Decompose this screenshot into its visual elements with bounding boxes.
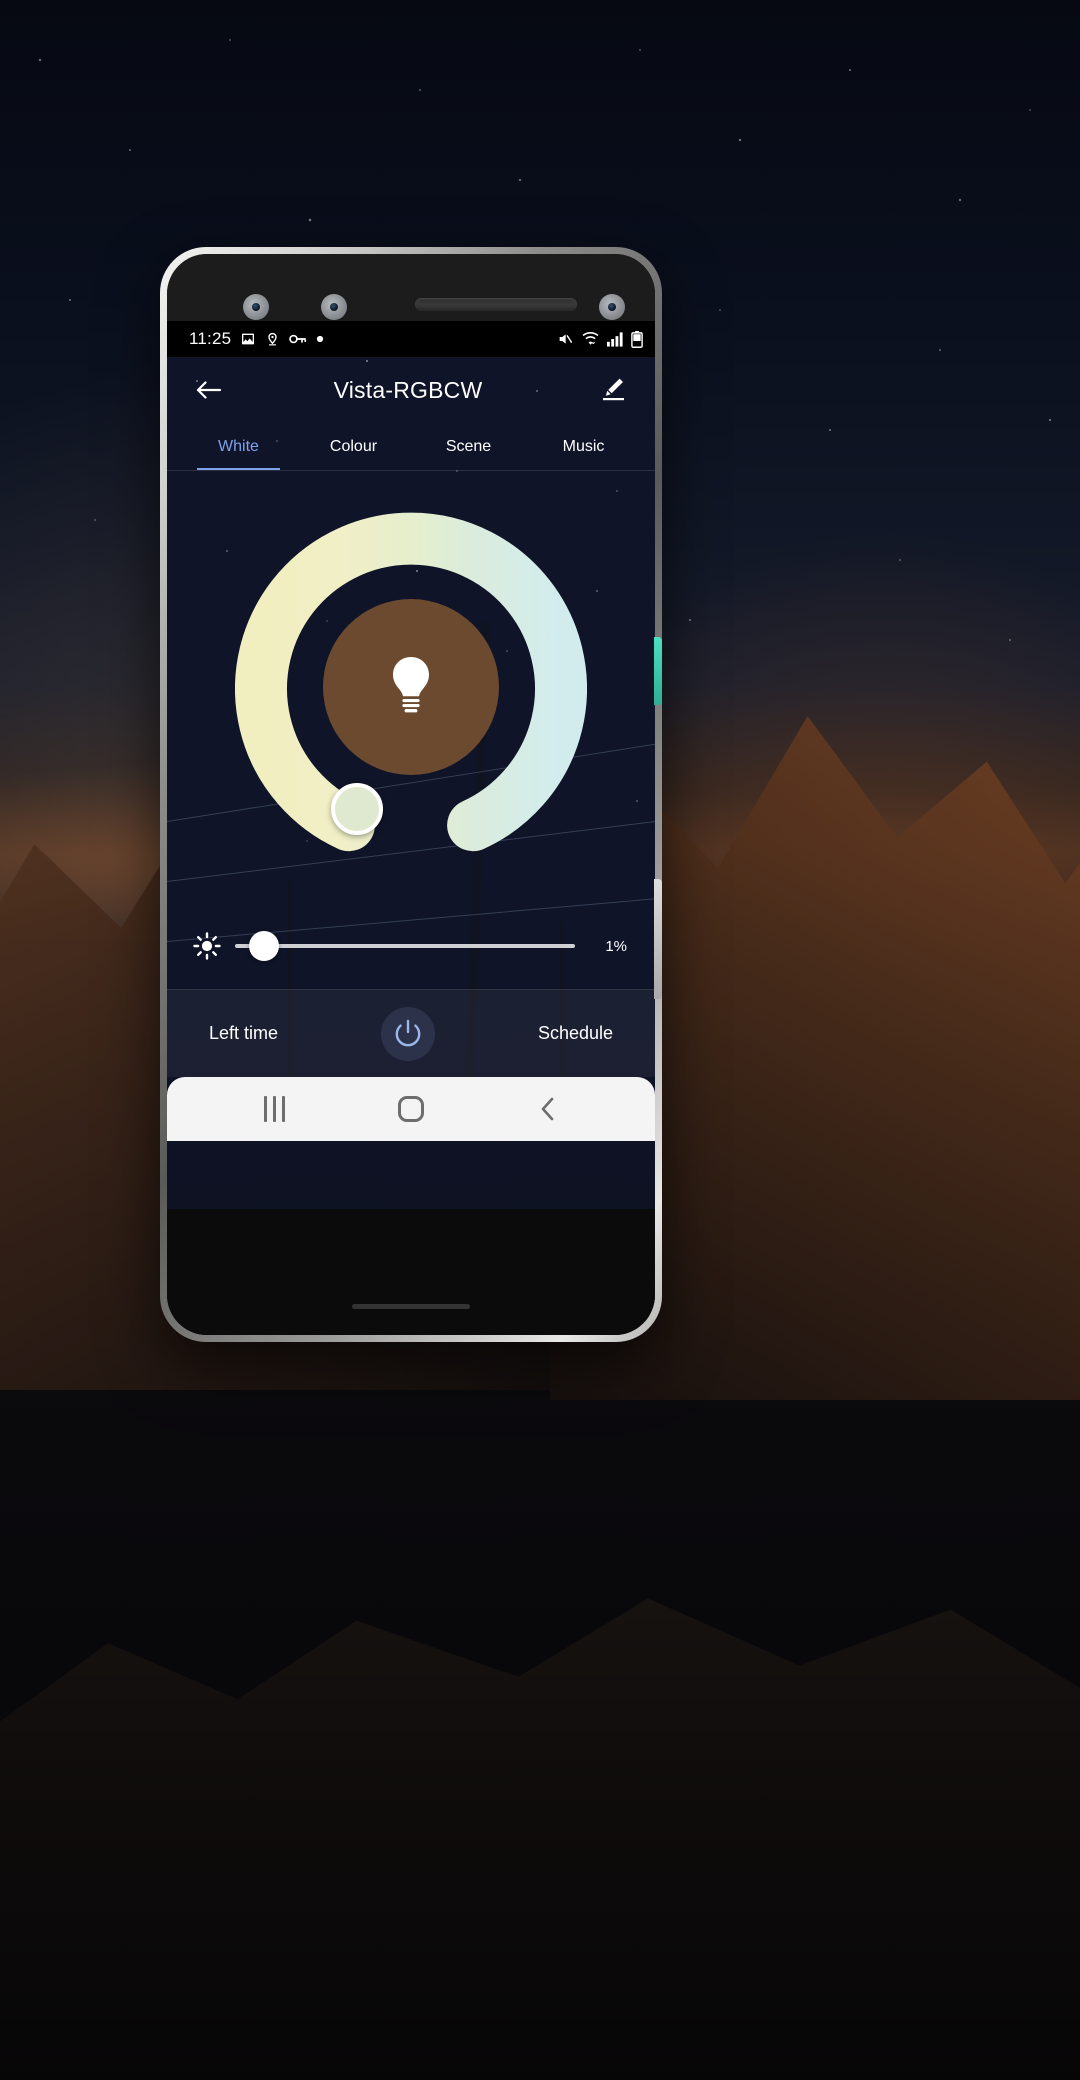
power-button-icon: [395, 1019, 421, 1046]
light-bulb-icon: [393, 657, 429, 713]
tab-colour-label: Colour: [329, 437, 378, 455]
mute-icon: [559, 334, 573, 344]
home-icon[interactable]: [397, 1096, 424, 1122]
dot-icon: [317, 335, 324, 343]
device-bottom-bezel: [167, 1209, 655, 1335]
device-chin-marker: [352, 1304, 470, 1309]
wifi-icon: [582, 331, 599, 345]
key-icon: [289, 334, 307, 344]
back-arrow-icon: [196, 381, 222, 399]
location-pin-icon: [268, 332, 277, 346]
tab-scene-label: Scene: [445, 437, 492, 455]
device-top-bezel: [167, 254, 655, 321]
recents-icon[interactable]: [263, 1096, 285, 1122]
brightness-sun-icon: [193, 932, 221, 960]
status-bar-clock: 11:25: [189, 329, 232, 348]
brightness-value-label: 1%: [605, 937, 627, 955]
tab-music-label: Music: [562, 437, 605, 455]
page-title: Vista-RGBCW: [333, 376, 483, 403]
tab-music[interactable]: Music: [526, 423, 641, 470]
brightness-slider-thumb[interactable]: [249, 931, 279, 961]
device-power-button[interactable]: [654, 637, 662, 705]
brightness-row: 1%: [167, 903, 655, 989]
schedule-button[interactable]: Schedule: [538, 1023, 613, 1044]
tab-scene[interactable]: Scene: [411, 423, 526, 470]
earpiece-speaker: [415, 298, 577, 311]
edit-button[interactable]: [593, 370, 633, 410]
phone-device-frame: 11:25 Vista-RGBCW White Colour Scene Mus…: [160, 247, 662, 1342]
wallpaper-foreground-rock: [0, 1598, 1080, 2080]
phone-screen: 11:25 Vista-RGBCW White Colour Scene Mus…: [167, 321, 655, 1209]
android-navigation-bar: [167, 1077, 655, 1141]
front-camera-secondary-icon: [321, 294, 347, 320]
colour-temperature-wheel[interactable]: [235, 511, 587, 863]
tab-white[interactable]: White: [181, 423, 296, 470]
app-bar: Vista-RGBCW: [167, 357, 655, 423]
bulb-center-disc[interactable]: [323, 599, 499, 775]
status-bar: 11:25: [167, 321, 655, 357]
tab-colour[interactable]: Colour: [296, 423, 411, 470]
bottom-action-bar: Left time Schedule: [167, 989, 655, 1077]
nav-back-icon[interactable]: [537, 1096, 559, 1122]
front-camera-icon: [243, 294, 269, 320]
brightness-slider-track[interactable]: [235, 944, 575, 948]
battery-icon: [631, 330, 643, 348]
colour-temperature-area: [167, 471, 655, 903]
power-toggle-button[interactable]: [380, 1006, 435, 1061]
image-icon: [242, 333, 255, 345]
left-time-button[interactable]: Left time: [209, 1023, 278, 1044]
tab-white-label: White: [218, 437, 259, 455]
colour-temperature-thumb[interactable]: [331, 783, 383, 835]
device-volume-button[interactable]: [654, 879, 662, 999]
proximity-sensor-icon: [599, 294, 625, 320]
signal-bars-icon: [607, 332, 623, 347]
mode-tabs: White Colour Scene Music: [167, 423, 655, 471]
pencil-edit-icon: [603, 378, 624, 401]
brightness-slider[interactable]: [235, 929, 575, 963]
